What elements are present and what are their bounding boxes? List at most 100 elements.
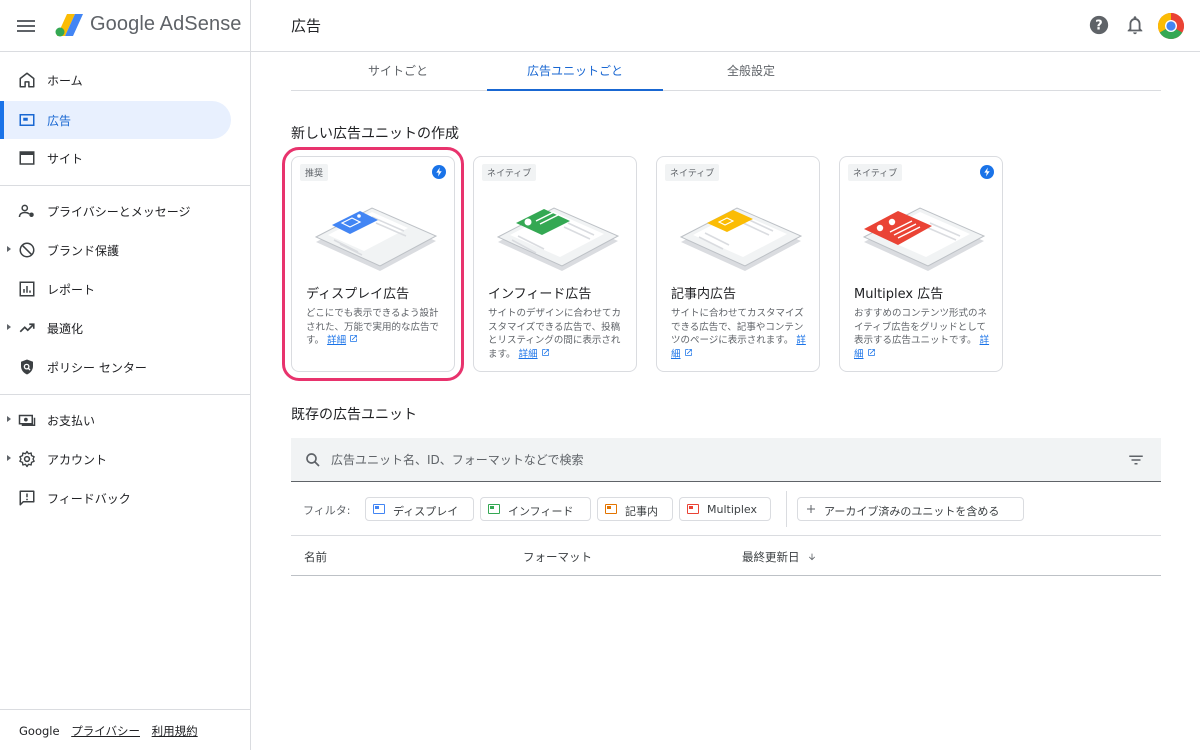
sidebar-item-brand-safety[interactable]: ブランド保護 — [0, 231, 231, 269]
tab-by-site[interactable]: サイトごと — [309, 52, 487, 91]
ad-units-table-header: 名前 フォーマット 最終更新日 — [291, 536, 1161, 576]
filter-label: フィルタ: — [303, 504, 351, 517]
trending-icon — [18, 319, 36, 337]
help-icon[interactable]: ? — [1088, 14, 1110, 36]
sort-descending-icon — [809, 553, 816, 561]
bolt-icon — [432, 164, 446, 179]
search-icon — [304, 451, 322, 473]
card-title: Multiplex 広告 — [854, 287, 944, 302]
sidebar-item-label: アカウント — [47, 453, 108, 467]
filter-list-icon[interactable] — [1127, 451, 1145, 473]
create-section-title: 新しい広告ユニットの作成 — [291, 126, 459, 142]
tab-by-ad-unit[interactable]: 広告ユニットごと — [487, 52, 663, 91]
expand-caret-icon[interactable] — [7, 324, 11, 330]
in-article-ad-card[interactable]: ネイティブ 記事内広告 サイトに合わせてカスタマイズできる広告で、記事やコンテン… — [656, 156, 820, 372]
chip-label: 記事内 — [625, 505, 658, 518]
sidebar-item-optimization[interactable]: 最適化 — [0, 309, 231, 347]
external-link-icon — [541, 348, 549, 356]
sidebar-item-label: フィードバック — [47, 492, 131, 506]
card-badge: ネイティブ — [848, 164, 903, 181]
sidebar-item-home[interactable]: ホーム — [0, 61, 231, 99]
terms-link[interactable]: 利用規約 — [152, 724, 198, 738]
in-feed-ad-card[interactable]: ネイティブ インフィード広告 サイトのデザインに合わせてカスタマイズできる広告で… — [473, 156, 637, 372]
expand-caret-icon[interactable] — [7, 246, 11, 252]
bolt-icon — [980, 164, 994, 179]
search-input[interactable] — [331, 450, 1091, 470]
sidebar-footer: Google プライバシー 利用規約 — [19, 723, 206, 739]
filter-chip-in-article[interactable]: 記事内 — [597, 497, 673, 521]
search-bar — [291, 438, 1161, 482]
filter-row: フィルタ: ディスプレイ インフィード 記事内 Multiplex アーカイブ済… — [291, 482, 1161, 536]
in-feed-ad-illustration — [494, 185, 620, 271]
add-icon — [805, 503, 817, 518]
privacy-link[interactable]: プライバシー — [71, 724, 140, 738]
sidebar-item-sites[interactable]: サイト — [0, 139, 231, 177]
filter-chip-multiplex[interactable]: Multiplex — [679, 497, 771, 521]
sidebar-item-feedback[interactable]: フィードバック — [0, 479, 231, 517]
sidebar-item-label: ホーム — [47, 74, 83, 88]
filter-chip-in-feed[interactable]: インフィード — [480, 497, 591, 521]
multiplex-ad-card[interactable]: ネイティブ Multiplex 広告 おすすめのコンテンツ形式のネイティブ広告を… — [839, 156, 1003, 372]
chip-label: ディスプレイ — [393, 505, 459, 518]
header-divider — [250, 0, 251, 52]
card-description: おすすめのコンテンツ形式のネイティブ広告をグリッドとして表示する広告ユニットです… — [854, 308, 990, 360]
multiplex-ad-illustration — [860, 185, 986, 271]
in-feed-format-icon — [488, 504, 500, 514]
column-header-label: 最終更新日 — [742, 550, 800, 564]
sidebar-divider — [0, 394, 251, 395]
external-link-icon — [684, 348, 692, 356]
sites-icon — [18, 149, 36, 167]
in-article-ad-illustration — [677, 185, 803, 271]
card-title: ディスプレイ広告 — [306, 287, 410, 302]
column-header-format[interactable]: フォーマット — [523, 549, 592, 565]
top-app-bar: Google AdSense 広告 ? — [0, 0, 1200, 52]
sidebar-item-account[interactable]: アカウント — [0, 440, 231, 478]
sidebar-item-ads[interactable]: 広告 — [0, 101, 231, 139]
sidebar: ホーム 広告 サイト プライバシーとメッセージ ブランド保護 レポート 最適化 … — [0, 52, 251, 750]
reports-icon — [18, 280, 36, 298]
payments-icon — [18, 411, 36, 429]
chrome-avatar[interactable] — [1157, 12, 1185, 40]
card-badge: ネイティブ — [482, 164, 537, 181]
sidebar-item-privacy[interactable]: プライバシーとメッセージ — [0, 192, 231, 230]
expand-caret-icon[interactable] — [7, 416, 11, 422]
sidebar-item-label: ポリシー センター — [47, 361, 147, 375]
block-icon — [18, 241, 36, 259]
sidebar-item-label: レポート — [47, 283, 96, 297]
display-ad-illustration — [312, 185, 438, 271]
card-description: サイトに合わせてカスタマイズできる広告で、記事やコンテンツのページに表示されます… — [671, 308, 806, 360]
card-description: サイトのデザインに合わせてカスタマイズできる広告で、投稿とリスティングの間に表示… — [488, 308, 622, 360]
ads-icon — [18, 111, 36, 129]
sidebar-item-payments[interactable]: お支払い — [0, 401, 231, 439]
sidebar-item-label: サイト — [47, 152, 84, 166]
column-header-last-updated[interactable]: 最終更新日 — [742, 549, 817, 565]
sidebar-item-label: プライバシーとメッセージ — [47, 205, 191, 219]
sidebar-item-label: お支払い — [47, 414, 96, 428]
policy-shield-icon — [18, 358, 36, 376]
home-icon — [18, 71, 36, 89]
expand-caret-icon[interactable] — [7, 455, 11, 461]
learn-more-link[interactable]: 詳細 — [519, 349, 538, 360]
display-ad-card[interactable]: 推奨 ディスプレイ広告 どこにでも表示できるよう設計された、万能で実用的な広告で… — [282, 147, 464, 381]
sidebar-item-reports[interactable]: レポート — [0, 270, 231, 308]
multiplex-format-icon — [687, 504, 699, 514]
in-article-format-icon — [605, 504, 617, 514]
learn-more-link[interactable]: 詳細 — [327, 335, 346, 346]
card-badge: 推奨 — [300, 164, 329, 181]
existing-section-title: 既存の広告ユニット — [291, 407, 417, 423]
tab-bar: サイトごと 広告ユニットごと 全般設定 — [291, 52, 1161, 91]
chip-label: インフィード — [508, 505, 574, 518]
tab-general-settings[interactable]: 全般設定 — [663, 52, 839, 91]
notifications-icon[interactable] — [1124, 14, 1146, 36]
include-archived-chip[interactable]: アーカイブ済みのユニットを含める — [797, 497, 1024, 521]
external-link-icon — [867, 348, 875, 356]
footer-google: Google — [19, 724, 60, 738]
card-title: インフィード広告 — [488, 287, 592, 302]
filter-chip-display[interactable]: ディスプレイ — [365, 497, 474, 521]
sidebar-item-policy-center[interactable]: ポリシー センター — [0, 348, 231, 386]
adsense-logo[interactable] — [54, 12, 86, 38]
menu-icon[interactable] — [14, 14, 38, 38]
column-header-name[interactable]: 名前 — [304, 549, 327, 565]
chip-divider — [786, 491, 787, 527]
display-format-icon — [373, 504, 385, 514]
